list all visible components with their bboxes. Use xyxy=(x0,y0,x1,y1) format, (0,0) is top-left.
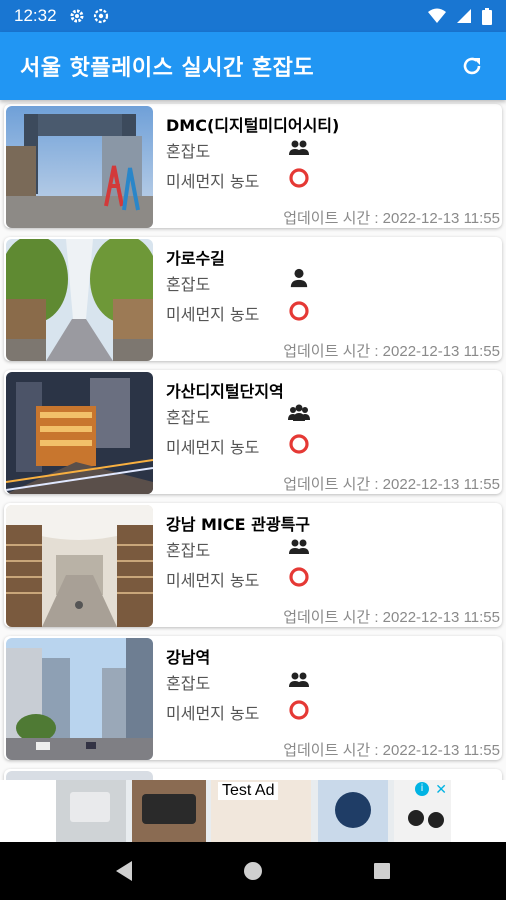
place-card[interactable]: 강남역 혼잡도 미세먼지 농도 업데이트 시간 : 2022-12-13 11:… xyxy=(4,636,502,760)
status-time: 12:32 xyxy=(14,6,57,25)
dust-status-circle-icon xyxy=(289,301,309,321)
place-name: DMC(디지털미디어시티) xyxy=(166,116,340,135)
app-bar: 서울 핫플레이스 실시간 혼잡도 xyxy=(0,32,506,100)
dust-status-circle-icon xyxy=(289,168,309,188)
place-name: 강남역 xyxy=(166,648,211,667)
battery-icon xyxy=(482,7,492,25)
update-time: 업데이트 시간 : 2022-12-13 11:55 xyxy=(283,742,500,759)
gear-icon xyxy=(70,9,84,23)
dust-status-circle-icon xyxy=(289,700,309,720)
two-people-icon xyxy=(289,539,309,554)
status-bar: 12:32 xyxy=(0,0,506,32)
dust-label: 미세먼지 농도 xyxy=(166,571,260,590)
place-card[interactable]: 강남 MICE 관광특구 혼잡도 미세먼지 농도 업데이트 시간 : 2022-… xyxy=(4,503,502,627)
place-card[interactable] xyxy=(4,769,502,780)
place-thumbnail xyxy=(6,372,153,494)
home-icon[interactable] xyxy=(242,860,264,882)
ad-image[interactable]: Test Ad i ✕ xyxy=(56,780,451,842)
ad-info-icon[interactable]: i xyxy=(415,782,429,796)
crowd-label: 혼잡도 xyxy=(166,674,211,693)
back-icon[interactable] xyxy=(114,860,134,882)
dust-label: 미세먼지 농도 xyxy=(166,704,260,723)
dust-status-circle-icon xyxy=(289,567,309,587)
single-person-icon xyxy=(290,268,308,288)
dust-label: 미세먼지 농도 xyxy=(166,438,260,457)
place-card[interactable]: 가산디지털단지역 혼잡도 미세먼지 농도 업데이트 시간 : 2022-12-1… xyxy=(4,370,502,494)
crowd-label: 혼잡도 xyxy=(166,275,211,294)
signal-icon xyxy=(457,9,471,23)
navigation-bar xyxy=(0,842,506,900)
two-people-icon xyxy=(289,140,309,155)
place-thumbnail xyxy=(6,771,153,780)
place-thumbnail xyxy=(6,106,153,228)
place-thumbnail xyxy=(6,638,153,760)
refresh-icon xyxy=(463,57,481,75)
refresh-button[interactable] xyxy=(458,52,486,80)
recents-icon[interactable] xyxy=(372,861,392,881)
place-thumbnail xyxy=(6,505,153,627)
dust-label: 미세먼지 농도 xyxy=(166,305,260,324)
place-name: 가산디지털단지역 xyxy=(166,382,284,401)
wifi-icon xyxy=(428,8,446,23)
update-time: 업데이트 시간 : 2022-12-13 11:55 xyxy=(283,476,500,493)
place-card[interactable]: 가로수길 혼잡도 미세먼지 농도 업데이트 시간 : 2022-12-13 11… xyxy=(4,237,502,361)
update-time: 업데이트 시간 : 2022-12-13 11:55 xyxy=(283,609,500,626)
dust-status-circle-icon xyxy=(289,434,309,454)
dust-label: 미세먼지 농도 xyxy=(166,172,260,191)
two-people-icon xyxy=(289,672,309,687)
place-name: 가로수길 xyxy=(166,249,225,268)
crowd-label: 혼잡도 xyxy=(166,142,211,161)
ad-close-icon[interactable]: ✕ xyxy=(435,782,447,798)
place-name: 강남 MICE 관광특구 xyxy=(166,515,311,534)
crowd-label: 혼잡도 xyxy=(166,541,211,560)
place-thumbnail xyxy=(6,239,153,361)
app-title: 서울 핫플레이스 실시간 혼잡도 xyxy=(20,56,315,81)
ad-label: Test Ad xyxy=(218,782,279,800)
group-icon xyxy=(288,404,310,421)
place-list[interactable]: DMC(디지털미디어시티) 혼잡도 미세먼지 농도 업데이트 시간 : 2022… xyxy=(0,100,506,780)
update-time: 업데이트 시간 : 2022-12-13 11:55 xyxy=(283,210,500,227)
ad-banner[interactable]: Test Ad i ✕ xyxy=(0,780,506,842)
settings-icon xyxy=(93,8,108,24)
place-card[interactable]: DMC(디지털미디어시티) 혼잡도 미세먼지 농도 업데이트 시간 : 2022… xyxy=(4,104,502,228)
update-time: 업데이트 시간 : 2022-12-13 11:55 xyxy=(283,343,500,360)
crowd-label: 혼잡도 xyxy=(166,408,211,427)
